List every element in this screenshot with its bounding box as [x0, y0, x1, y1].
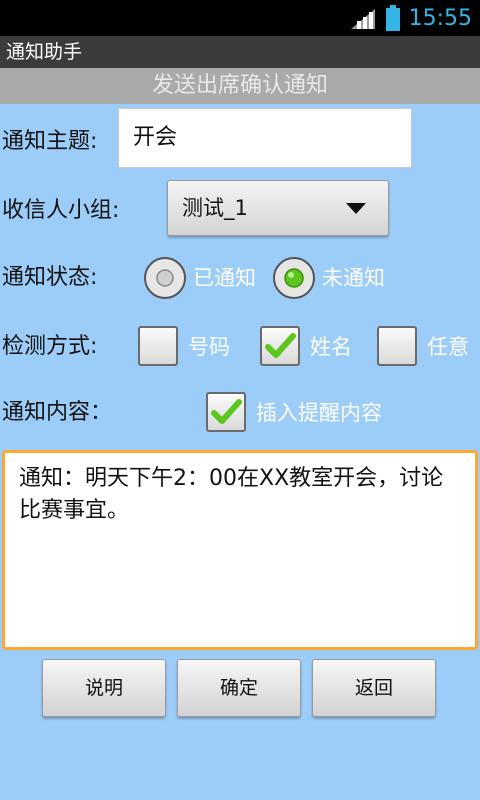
content-textarea[interactable]: 通知：明天下午2：00在XX教室开会，讨论比赛事宜。 — [2, 450, 478, 650]
battery-icon — [385, 5, 400, 31]
signal-icon — [350, 9, 375, 29]
radio-selected-icon — [273, 257, 315, 299]
checkbox-insert-reminder[interactable] — [206, 392, 246, 432]
radio-notified-label[interactable]: 已通知 — [193, 263, 256, 293]
back-button[interactable]: 返回 — [312, 659, 436, 717]
status-label: 通知状态: — [2, 265, 98, 290]
content-label: 通知内容： — [2, 400, 113, 425]
page-header: 发送出席确认通知 — [0, 68, 480, 104]
checkbox-number[interactable] — [138, 326, 178, 366]
group-selected-value: 测试_1 — [182, 196, 248, 220]
radio-notified[interactable] — [143, 256, 187, 304]
checkbox-any[interactable] — [377, 326, 417, 366]
subject-input[interactable]: 开会 — [118, 108, 412, 168]
group-label: 收信人小组: — [2, 198, 120, 223]
checkbox-any-label[interactable]: 任意 — [427, 332, 469, 362]
radio-not-notified-label[interactable]: 未通知 — [322, 263, 385, 293]
checkbox-name[interactable] — [260, 326, 300, 366]
radio-not-notified[interactable] — [272, 256, 316, 304]
insert-reminder-label[interactable]: 插入提醒内容 — [256, 398, 382, 428]
detect-label: 检测方式: — [2, 334, 98, 359]
confirm-button[interactable]: 确定 — [177, 659, 301, 717]
explain-button[interactable]: 说明 — [42, 659, 166, 717]
checkbox-number-label[interactable]: 号码 — [188, 332, 230, 362]
status-time: 15:55 — [408, 5, 472, 31]
checkmark-icon — [211, 399, 242, 424]
status-bar: 15:55 — [0, 0, 480, 36]
status-icons: 15:55 — [349, 4, 472, 32]
dropdown-arrow-icon — [346, 203, 366, 214]
subject-label: 通知主题: — [2, 129, 98, 154]
checkbox-name-label[interactable]: 姓名 — [310, 332, 352, 362]
app-title: 通知助手 — [0, 36, 480, 68]
group-spinner[interactable]: 测试_1 — [167, 180, 389, 236]
checkmark-icon — [265, 333, 296, 358]
radio-unselected-icon — [144, 257, 186, 299]
